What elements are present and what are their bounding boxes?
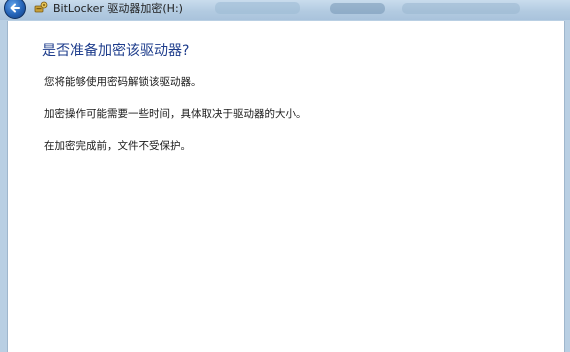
back-arrow-icon [10, 3, 20, 13]
titlebar-glass-reflection [215, 2, 300, 14]
bitlocker-key-icon [34, 1, 48, 13]
content-pane: 是否准备加密该驱动器? 您将能够使用密码解锁该驱动器。 加密操作可能需要一些时间… [7, 21, 565, 352]
titlebar-glass-reflection [402, 3, 520, 14]
title-bar: BitLocker 驱动器加密(H:) [0, 0, 570, 20]
back-button[interactable] [4, 0, 26, 19]
titlebar-glass-reflection [330, 3, 385, 14]
window-title: BitLocker 驱动器加密(H:) [53, 2, 183, 15]
page-heading: 是否准备加密该驱动器? [42, 43, 190, 59]
info-text-duration: 加密操作可能需要一些时间，具体取决于驱动器的大小。 [44, 108, 307, 120]
info-text-password: 您将能够使用密码解锁该驱动器。 [44, 76, 202, 88]
info-text-protection: 在加密完成前，文件不受保护。 [44, 140, 191, 152]
bitlocker-window: BitLocker 驱动器加密(H:) 是否准备加密该驱动器? 您将能够使用密码… [0, 0, 570, 352]
